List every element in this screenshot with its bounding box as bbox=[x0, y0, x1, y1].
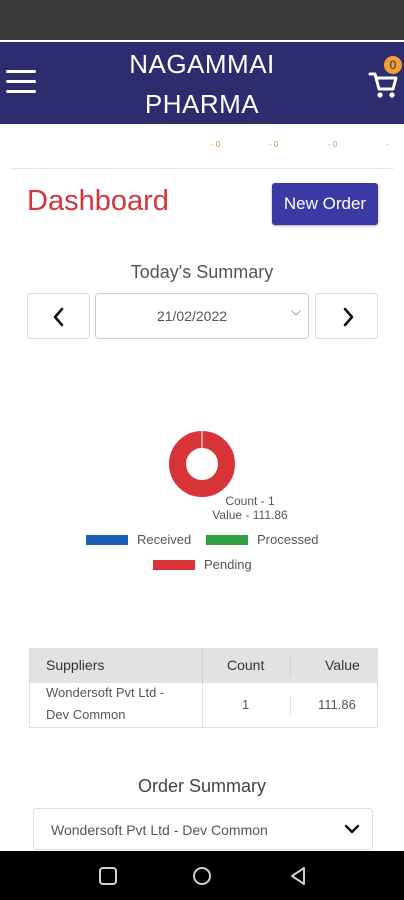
app-title-line-1: NAGAMMAI bbox=[129, 49, 275, 79]
new-order-button[interactable]: New Order bbox=[272, 183, 378, 225]
legend-swatch-pending bbox=[153, 560, 195, 570]
system-navigation-bar bbox=[0, 851, 404, 900]
legend-swatch-received bbox=[86, 535, 128, 545]
home-icon bbox=[193, 867, 211, 885]
app-header: NAGAMMAI PHARMA 0 bbox=[0, 40, 404, 124]
chevron-right-icon bbox=[343, 307, 354, 327]
header-divider bbox=[290, 655, 291, 677]
back-button[interactable] bbox=[286, 864, 310, 888]
column-header-count: Count bbox=[227, 657, 265, 673]
recents-button[interactable] bbox=[96, 864, 120, 888]
row-divider bbox=[202, 683, 203, 727]
recents-icon bbox=[99, 867, 117, 885]
divider bbox=[10, 168, 394, 169]
suppliers-table: Suppliers Count Value Wondersoft Pvt Ltd… bbox=[29, 648, 378, 728]
page-title: Dashboard bbox=[27, 185, 169, 217]
hamburger-menu-icon bbox=[6, 70, 36, 73]
hamburger-menu-icon-bar bbox=[6, 80, 36, 83]
column-header-value: Value bbox=[325, 657, 360, 673]
legend-label-processed: Processed bbox=[257, 532, 319, 547]
date-value: 21/02/2022 bbox=[156, 308, 228, 324]
app-title-line-2: PHARMA bbox=[144, 89, 260, 119]
cart-icon bbox=[368, 72, 398, 98]
status-bar bbox=[0, 0, 404, 40]
status-ticker: - 0 - 0 - 0 - bbox=[0, 130, 404, 160]
order-status-donut-chart bbox=[169, 431, 235, 497]
menu-button[interactable] bbox=[4, 66, 40, 102]
chevron-down-icon bbox=[291, 310, 301, 317]
ticker-item: - 0 bbox=[328, 140, 338, 149]
home-button[interactable] bbox=[190, 864, 214, 888]
supplier-name-line-1: Wondersoft Pvt Ltd - bbox=[46, 685, 165, 700]
legend-swatch-processed bbox=[206, 535, 248, 545]
chart-annotation-value: Value - 111.86 bbox=[212, 508, 288, 522]
next-date-button[interactable] bbox=[315, 293, 378, 339]
table-header: Suppliers Count Value bbox=[30, 649, 377, 683]
order-summary-title: Order Summary bbox=[137, 776, 267, 796]
chevron-left-icon bbox=[53, 307, 64, 327]
ticker-item: - 0 bbox=[211, 140, 221, 149]
header-divider bbox=[202, 649, 203, 683]
chevron-down-icon bbox=[344, 824, 360, 834]
selected-supplier: Wondersoft Pvt Ltd - Dev Common bbox=[51, 822, 268, 838]
column-header-suppliers: Suppliers bbox=[46, 657, 105, 673]
supplier-count: 1 bbox=[242, 697, 250, 712]
back-icon bbox=[291, 867, 305, 885]
previous-date-button[interactable] bbox=[27, 293, 90, 339]
chart-annotation-count: Count - 1 bbox=[225, 494, 275, 508]
app-title: NAGAMMAI PHARMA bbox=[102, 44, 302, 124]
todays-summary-title: Today's Summary bbox=[130, 262, 274, 282]
ticker-item: - bbox=[386, 140, 389, 149]
ticker-item: - 0 bbox=[269, 140, 279, 149]
date-select[interactable]: 21/02/2022 bbox=[95, 293, 309, 339]
supplier-value: 111.86 bbox=[318, 697, 356, 712]
supplier-name-line-2: Dev Common bbox=[46, 707, 126, 722]
legend-label-pending: Pending bbox=[204, 557, 252, 572]
cart-button[interactable]: 0 bbox=[364, 56, 404, 106]
legend-label-received: Received bbox=[137, 532, 192, 547]
app-screen: NAGAMMAI PHARMA 0 - 0 - 0 - 0 - Dashboar… bbox=[0, 0, 404, 900]
row-divider bbox=[290, 695, 291, 715]
cart-count-badge: 0 bbox=[384, 56, 402, 74]
hamburger-menu-icon-bar bbox=[6, 90, 36, 93]
supplier-select[interactable]: Wondersoft Pvt Ltd - Dev Common bbox=[33, 808, 373, 850]
